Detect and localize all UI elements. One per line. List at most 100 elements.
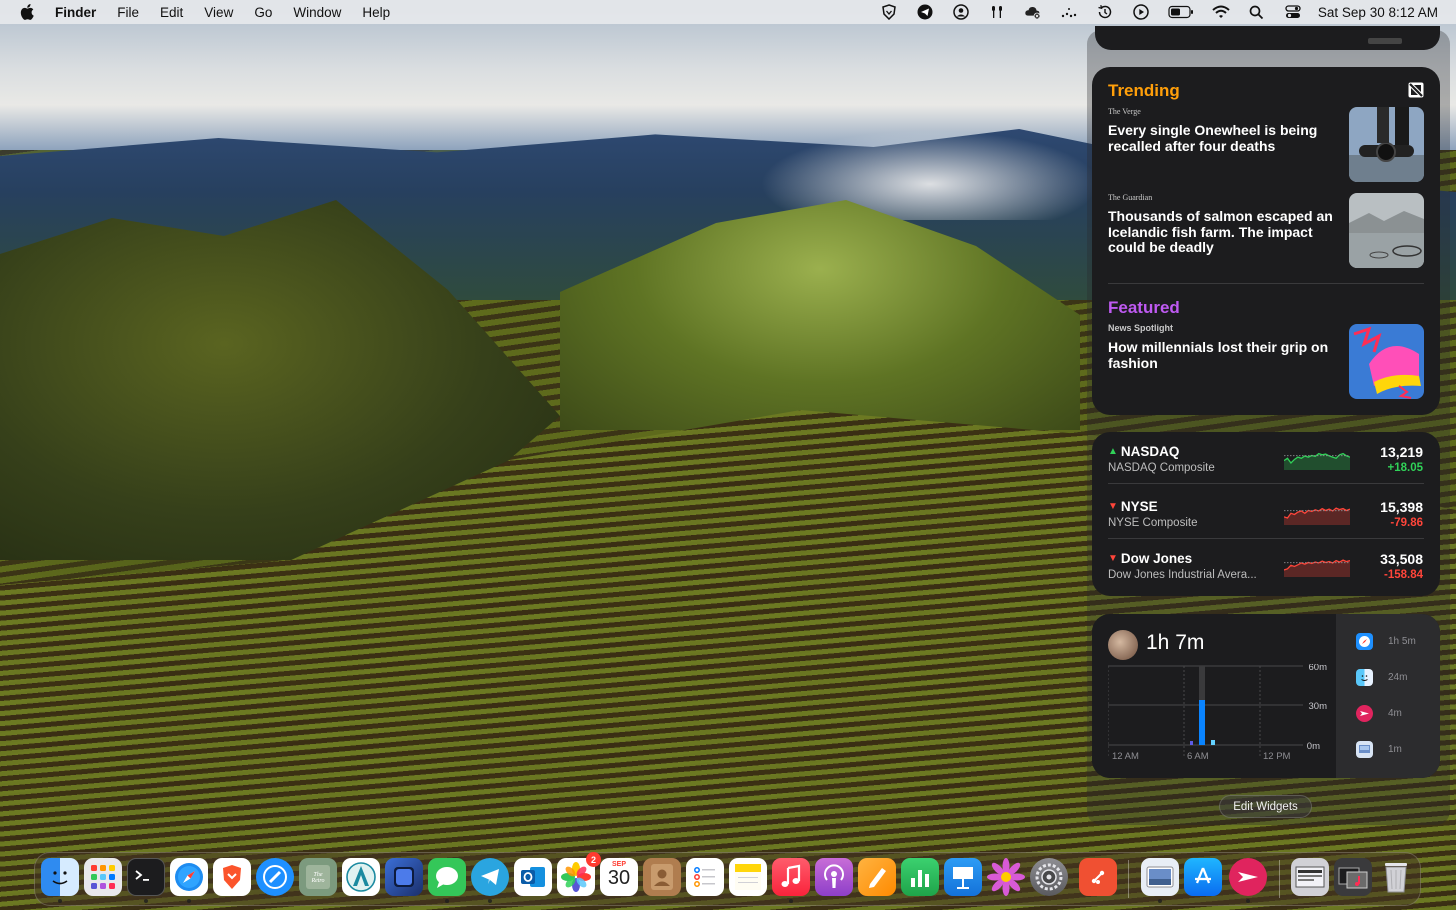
time-machine-icon[interactable] [1096, 3, 1114, 21]
news-thumbnail-onewheel[interactable] [1349, 107, 1424, 182]
stock-symbol-nasdaq: ▲ NASDAQ [1108, 444, 1179, 459]
play-icon[interactable] [1132, 3, 1150, 21]
app-usage-time: 4m [1388, 708, 1402, 719]
airmail-icon [1356, 705, 1373, 722]
airpods-icon[interactable] [988, 3, 1006, 21]
news-widget[interactable]: Trending The Verge Every single Onewheel… [1092, 67, 1440, 415]
stock-change: +18.05 [1387, 462, 1424, 474]
wifi-icon[interactable] [1212, 3, 1230, 21]
stock-sparkline [1284, 507, 1350, 525]
running-indicator [144, 899, 148, 903]
user-account-icon[interactable] [952, 3, 970, 21]
news-headline-2[interactable]: Thousands of salmon escaped an Icelandic… [1108, 208, 1336, 256]
music-icon[interactable] [772, 858, 810, 896]
pages-icon[interactable] [858, 858, 896, 896]
news-featured-title: Featured [1108, 298, 1180, 317]
brave-vpn-icon[interactable] [880, 3, 898, 21]
screen-time-summary: 1h 7m 60m 30m 0m 12 AM 6 AM 12 PM [1092, 614, 1336, 778]
trash-icon[interactable] [1377, 858, 1415, 896]
screen-time-app-row[interactable]: 24m [1356, 669, 1407, 686]
brave-browser-icon[interactable] [213, 858, 251, 896]
menu-edit[interactable]: Edit [160, 5, 183, 20]
edit-widgets-button[interactable]: Edit Widgets [1219, 795, 1312, 818]
launchpad-icon[interactable] [84, 858, 122, 896]
app-usage-time: 1m [1388, 744, 1402, 755]
contacts-icon[interactable] [643, 858, 681, 896]
messages-icon[interactable] [428, 858, 466, 896]
widget-edge-handle [1368, 38, 1402, 44]
safari-icon [1356, 633, 1373, 650]
screen-time-chart: 60m 30m 0m 12 AM 6 AM 12 PM [1108, 664, 1327, 762]
stock-sparkline [1284, 452, 1350, 470]
app-usage-time: 24m [1388, 672, 1408, 683]
stock-row-nasdaq[interactable]: ▲ NASDAQ NASDAQ Composite 13,219 +18.05 [1092, 432, 1440, 484]
terminal-icon[interactable] [127, 858, 165, 896]
screen-time-widget[interactable]: 1h 7m 60m 30m 0m 12 AM 6 AM 12 PM 1h 5m [1092, 614, 1440, 778]
battery-icon[interactable] [1168, 3, 1194, 21]
stock-fullname: Dow Jones Industrial Avera... [1108, 569, 1257, 581]
menu-go[interactable]: Go [254, 5, 272, 20]
stock-price: 33,508 [1380, 551, 1423, 567]
podcasts-icon[interactable] [815, 858, 853, 896]
calendar-icon[interactable]: SEP 30 [600, 858, 638, 896]
screen-time-app-row[interactable]: 1m [1356, 741, 1402, 758]
menu-app-name[interactable]: Finder [55, 5, 96, 20]
news-thumbnail-fashion[interactable] [1349, 324, 1424, 399]
stock-down-arrow-icon: ▼ [1108, 553, 1118, 564]
chart-x-label-12am: 12 AM [1112, 751, 1139, 762]
screen-time-app-row[interactable]: 1h 5m [1356, 633, 1416, 650]
news-source-spotlight: News Spotlight [1108, 323, 1173, 333]
airmail-dock-icon[interactable] [1229, 858, 1267, 896]
flower-app-icon[interactable] [987, 858, 1025, 896]
downloads-stack-icon[interactable] [1291, 858, 1329, 896]
stock-sparkline [1284, 559, 1350, 577]
calendar-day: 30 [607, 867, 631, 889]
stock-down-arrow-icon: ▼ [1108, 501, 1118, 512]
outlook-icon[interactable] [514, 858, 552, 896]
stocks-widget[interactable]: ▲ NASDAQ NASDAQ Composite 13,219 +18.05 … [1092, 432, 1440, 596]
news-headline-3[interactable]: How millennials lost their grip on fashi… [1108, 339, 1336, 371]
telegram-dock-icon[interactable] [471, 858, 509, 896]
preview-app-icon[interactable] [1141, 858, 1179, 896]
system-settings-icon[interactable] [1030, 858, 1068, 896]
chart-y-label-0: 0m [1307, 741, 1320, 752]
keynote-icon[interactable] [944, 858, 982, 896]
finder-dock-icon[interactable] [41, 858, 79, 896]
git-client-icon[interactable] [1079, 858, 1117, 896]
control-center-icon[interactable] [1284, 3, 1302, 21]
chart-bar [1190, 741, 1193, 745]
running-indicator [58, 899, 62, 903]
apple-menu-icon[interactable] [18, 3, 36, 21]
screen-time-app-row[interactable]: 4m [1356, 705, 1402, 722]
reminders-icon[interactable] [686, 858, 724, 896]
mail-compass-app-icon[interactable] [256, 858, 294, 896]
stock-up-arrow-icon: ▲ [1108, 446, 1118, 457]
telegram-status-icon[interactable] [916, 3, 934, 21]
menu-view[interactable]: View [204, 5, 233, 20]
app-store-icon[interactable] [1184, 858, 1222, 896]
menu-bar-clock[interactable]: Sat Sep 30 8:12 AM [1318, 5, 1438, 20]
notes-icon[interactable] [729, 858, 767, 896]
stock-row-dow-jones[interactable]: ▼ Dow Jones Dow Jones Industrial Avera..… [1092, 539, 1440, 591]
book-app-icon[interactable]: The Retro [299, 858, 337, 896]
running-indicator [488, 899, 492, 903]
preview-dock-icon[interactable] [385, 858, 423, 896]
news-headline-1[interactable]: Every single Onewheel is being recalled … [1108, 122, 1336, 154]
news-thumbnail-salmon[interactable] [1349, 193, 1424, 268]
photos-icon[interactable]: 2 [557, 852, 601, 896]
menu-file[interactable]: File [117, 5, 139, 20]
screenshots-stack-icon[interactable] [1334, 858, 1372, 896]
menu-window[interactable]: Window [293, 5, 341, 20]
search-icon[interactable] [1248, 3, 1266, 21]
stock-symbol-label: NYSE [1120, 499, 1158, 514]
altstore-icon[interactable] [342, 858, 380, 896]
cloud-sync-icon[interactable] [1024, 3, 1042, 21]
stock-row-nyse[interactable]: ▼ NYSE NYSE Composite 15,398 -79.86 [1092, 487, 1440, 539]
stock-price: 15,398 [1380, 499, 1423, 515]
running-indicator [445, 899, 449, 903]
activity-dots-icon[interactable] [1060, 3, 1078, 21]
numbers-icon[interactable] [901, 858, 939, 896]
safari-dock-icon[interactable] [170, 858, 208, 896]
menu-help[interactable]: Help [362, 5, 390, 20]
running-indicator [1246, 899, 1250, 903]
